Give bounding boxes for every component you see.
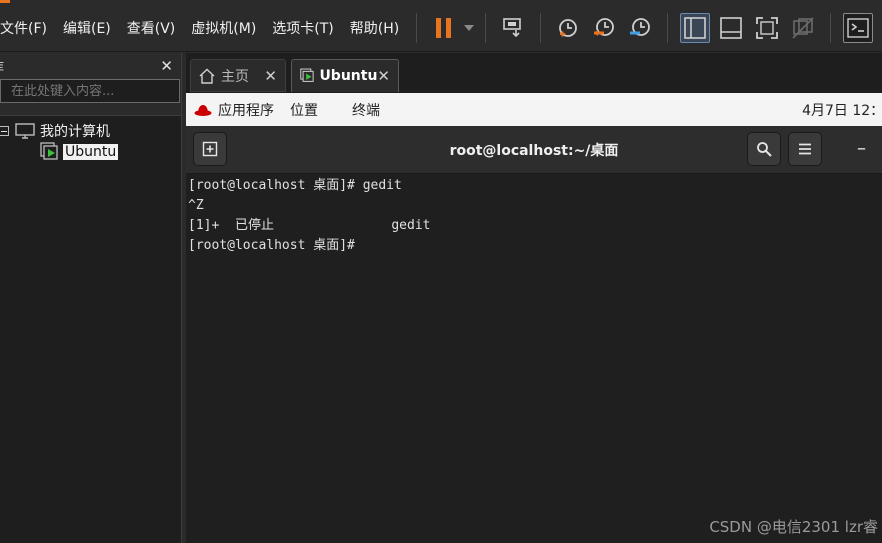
menu-help[interactable]: 帮助(H) xyxy=(342,14,407,42)
close-icon: ✕ xyxy=(264,66,277,85)
terminal-header-bar: root@localhost:~/桌面 – xyxy=(186,126,882,174)
terminal-line: ^Z xyxy=(188,198,204,213)
revert-snapshot-icon xyxy=(594,17,615,36)
library-search-box xyxy=(0,79,181,103)
minimize-button[interactable]: – xyxy=(857,138,866,159)
terminal-menu-button[interactable] xyxy=(788,132,822,166)
manage-snapshots-icon xyxy=(630,17,651,36)
library-title: 库 xyxy=(0,58,4,75)
send-ctrl-alt-del-button[interactable] xyxy=(498,13,528,43)
toolbar-separator xyxy=(416,12,418,43)
tab-bar: 主页 ✕ Ubuntu ✕ xyxy=(186,53,882,93)
toolbar-separator xyxy=(485,12,487,43)
library-tree: 我的计算机 Ubuntu xyxy=(0,115,181,543)
vm-running-icon xyxy=(300,68,314,82)
pause-dropdown-button[interactable] xyxy=(462,24,476,31)
vm-display[interactable]: 应用程序 位置 终端 4月7日 12：20 root@localhost:~/桌… xyxy=(186,93,882,543)
library-header: 库 ✕ xyxy=(0,53,181,79)
menubar: 文件(F) 编辑(E) 查看(V) 虚拟机(M) 选项卡(T) 帮助(H) xyxy=(0,4,882,52)
chevron-down-icon xyxy=(464,24,475,31)
tab-label: 主页 xyxy=(221,68,249,85)
menu-view[interactable]: 查看(V) xyxy=(119,14,184,42)
gnome-top-bar: 应用程序 位置 终端 4月7日 12：20 xyxy=(186,93,882,126)
fullscreen-icon xyxy=(756,16,779,39)
clock[interactable]: 4月7日 12：20 xyxy=(802,93,882,126)
terminal-line: [1]+ 已停止 gedit xyxy=(188,218,431,233)
menu-tabs[interactable]: 选项卡(T) xyxy=(264,14,341,42)
places-menu[interactable]: 位置 xyxy=(290,100,318,120)
send-ctrl-alt-del-icon xyxy=(503,17,522,37)
pause-icon xyxy=(436,17,452,38)
fullscreen-button[interactable] xyxy=(752,13,782,43)
applications-menu[interactable]: 应用程序 xyxy=(218,100,274,120)
tab-label: Ubuntu xyxy=(319,68,378,84)
watermark: CSDN @电信2301 lzr睿 xyxy=(709,518,878,536)
minimize-icon: – xyxy=(857,138,866,159)
unity-button[interactable] xyxy=(788,13,818,43)
toolbar-separator xyxy=(540,12,542,43)
revert-snapshot-button[interactable] xyxy=(589,13,619,43)
thumbnail-bar-button[interactable] xyxy=(716,13,746,43)
terminal-line: [root@localhost 桌面]# xyxy=(188,238,355,253)
redhat-logo-icon xyxy=(194,104,212,116)
tab-home[interactable]: 主页 ✕ xyxy=(190,59,286,92)
tab-ubuntu[interactable]: Ubuntu ✕ xyxy=(291,59,399,92)
terminal-app-menu[interactable]: 终端 xyxy=(352,100,380,120)
tree-item-ubuntu[interactable]: Ubuntu xyxy=(40,142,119,162)
unity-icon xyxy=(792,16,814,39)
search-icon xyxy=(757,142,772,157)
take-snapshot-button[interactable] xyxy=(553,13,583,43)
thumbnail-bar-icon xyxy=(720,16,743,39)
hamburger-menu-icon xyxy=(799,143,811,155)
library-panel: 库 ✕ 我的计算机 Ubuntu xyxy=(0,53,182,543)
accent-bar xyxy=(0,0,10,3)
close-icon: ✕ xyxy=(160,57,173,75)
close-tab-button[interactable]: ✕ xyxy=(377,67,390,85)
console-view-button[interactable] xyxy=(843,12,874,43)
collapse-icon[interactable] xyxy=(0,126,9,136)
show-library-icon xyxy=(684,16,707,39)
library-search-input[interactable] xyxy=(5,83,181,99)
console-view-icon xyxy=(847,17,869,38)
snapshot-icon xyxy=(559,18,578,37)
terminal-line: [root@localhost 桌面]# gedit xyxy=(188,178,402,193)
tree-item-my-computer[interactable]: 我的计算机 xyxy=(0,121,110,141)
tree-item-label: Ubuntu xyxy=(63,144,119,160)
close-icon: ✕ xyxy=(377,67,390,85)
terminal-output[interactable]: [root@localhost 桌面]# gedit ^Z [1]+ 已停止 g… xyxy=(188,176,882,543)
toolbar-separator xyxy=(830,12,832,43)
menu-edit[interactable]: 编辑(E) xyxy=(55,14,119,42)
menu-vm[interactable]: 虚拟机(M) xyxy=(183,14,264,42)
manage-snapshots-button[interactable] xyxy=(625,13,655,43)
terminal-search-button[interactable] xyxy=(747,132,781,166)
computer-icon xyxy=(15,123,35,139)
close-tab-button[interactable]: ✕ xyxy=(264,67,277,85)
tree-item-label: 我的计算机 xyxy=(40,124,110,140)
toolbar-separator xyxy=(667,12,669,43)
menu-file[interactable]: 文件(F) xyxy=(0,14,55,42)
close-library-button[interactable]: ✕ xyxy=(160,57,173,75)
pause-button[interactable] xyxy=(429,13,459,43)
home-icon xyxy=(199,68,215,84)
vm-running-icon xyxy=(40,142,58,160)
show-library-button[interactable] xyxy=(680,12,711,43)
